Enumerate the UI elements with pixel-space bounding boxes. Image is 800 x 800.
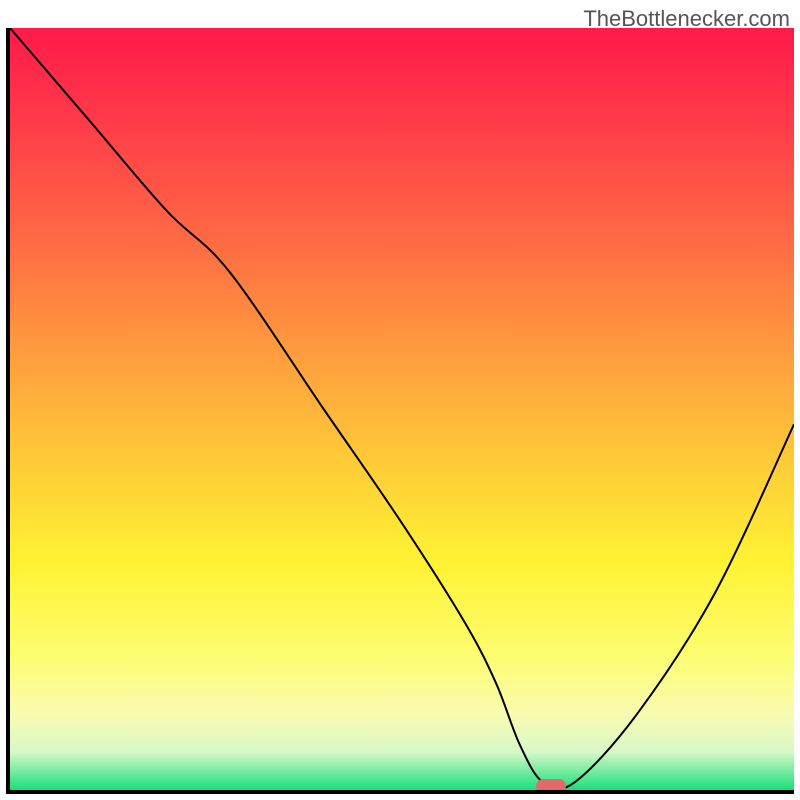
optimal-point-marker [536, 779, 566, 790]
bottleneck-curve-path [10, 28, 794, 789]
bottleneck-curve [10, 28, 794, 790]
chart-axes-frame [6, 28, 794, 794]
chart-plot-area [10, 28, 794, 790]
watermark-text: TheBottlenecker.com [583, 6, 790, 32]
